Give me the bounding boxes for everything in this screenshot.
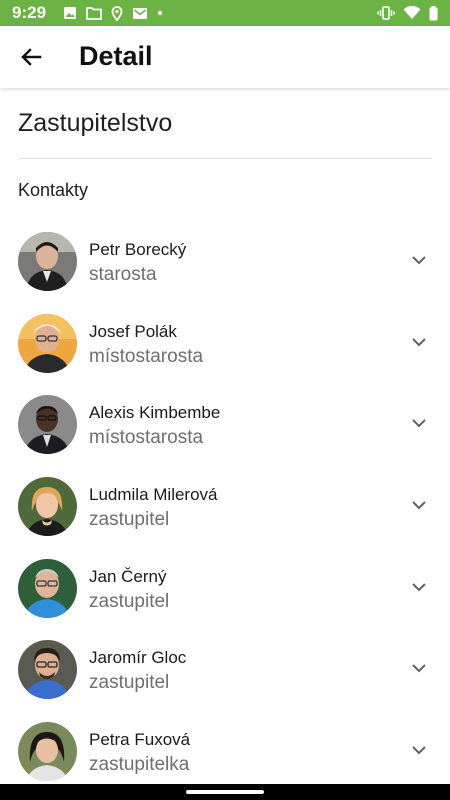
app-bar: Detail bbox=[0, 26, 450, 88]
contact-item[interactable]: Alexis Kimbembe místostarosta bbox=[0, 385, 450, 467]
contact-item[interactable]: Petra Fuxová zastupitelka bbox=[0, 712, 450, 794]
contact-name: Jaromír Gloc bbox=[89, 648, 187, 668]
vibrate-icon bbox=[377, 6, 395, 20]
page-title: Detail bbox=[79, 41, 153, 71]
avatar bbox=[18, 313, 77, 373]
battery-icon bbox=[429, 5, 438, 20]
contact-role: zastupitelka bbox=[89, 754, 190, 776]
contact-role: zastupitel bbox=[89, 590, 170, 612]
avatar bbox=[18, 232, 77, 291]
avatar bbox=[18, 477, 77, 537]
chevron-down-icon[interactable] bbox=[410, 578, 428, 596]
chevron-down-icon[interactable] bbox=[410, 333, 428, 351]
contact-item[interactable]: Jan Černý zastupitel bbox=[0, 549, 450, 631]
contact-name: Jan Černý bbox=[89, 566, 167, 586]
avatar bbox=[18, 558, 77, 618]
contact-name: Josef Polák bbox=[89, 321, 177, 341]
contact-role: starosta bbox=[89, 264, 157, 285]
contact-name: Ludmila Milerová bbox=[89, 485, 218, 505]
status-icons-right bbox=[377, 5, 438, 21]
contact-item[interactable]: Jaromír Gloc zastupitel bbox=[0, 630, 450, 712]
folder-icon bbox=[86, 7, 102, 20]
status-bar: 9:29 bbox=[0, 0, 450, 26]
chevron-down-icon[interactable] bbox=[410, 496, 428, 514]
contact-name: Petra Fuxová bbox=[89, 730, 191, 750]
contact-name: Petr Borecký bbox=[89, 240, 187, 259]
contact-role: zastupitel bbox=[89, 509, 170, 531]
location-icon bbox=[111, 5, 123, 21]
mail-icon bbox=[133, 7, 147, 19]
section-title: Zastupitelstvo bbox=[18, 109, 173, 137]
contact-list: Petr Borecký starosta Josef Polák místos… bbox=[0, 222, 450, 794]
chevron-down-icon[interactable] bbox=[410, 741, 428, 759]
contact-role: místostarosta bbox=[89, 345, 204, 367]
contact-name: Alexis Kimbembe bbox=[89, 403, 221, 423]
avatar bbox=[18, 395, 77, 455]
avatar bbox=[18, 640, 77, 700]
home-gesture-handle[interactable] bbox=[186, 790, 264, 794]
contact-role: místostarosta bbox=[89, 427, 204, 449]
chevron-down-icon[interactable] bbox=[410, 251, 428, 269]
status-icons-left bbox=[63, 5, 163, 21]
divider bbox=[18, 158, 432, 159]
contact-item[interactable]: Petr Borecký starosta bbox=[0, 222, 450, 304]
contact-item[interactable]: Josef Polák místostarosta bbox=[0, 304, 450, 386]
dot-icon bbox=[157, 10, 163, 16]
chevron-down-icon[interactable] bbox=[410, 414, 428, 432]
avatar bbox=[18, 722, 77, 782]
chevron-down-icon[interactable] bbox=[410, 659, 428, 677]
status-time: 9:29 bbox=[12, 3, 47, 22]
contact-item[interactable]: Ludmila Milerová zastupitel bbox=[0, 467, 450, 549]
wifi-icon bbox=[403, 6, 421, 19]
system-nav-bar bbox=[0, 784, 450, 800]
back-button[interactable] bbox=[14, 40, 48, 74]
contacts-label: Kontakty bbox=[18, 180, 89, 200]
arrow-back-icon bbox=[21, 48, 42, 66]
contact-role: zastupitel bbox=[89, 672, 170, 694]
photo-icon bbox=[64, 7, 76, 19]
